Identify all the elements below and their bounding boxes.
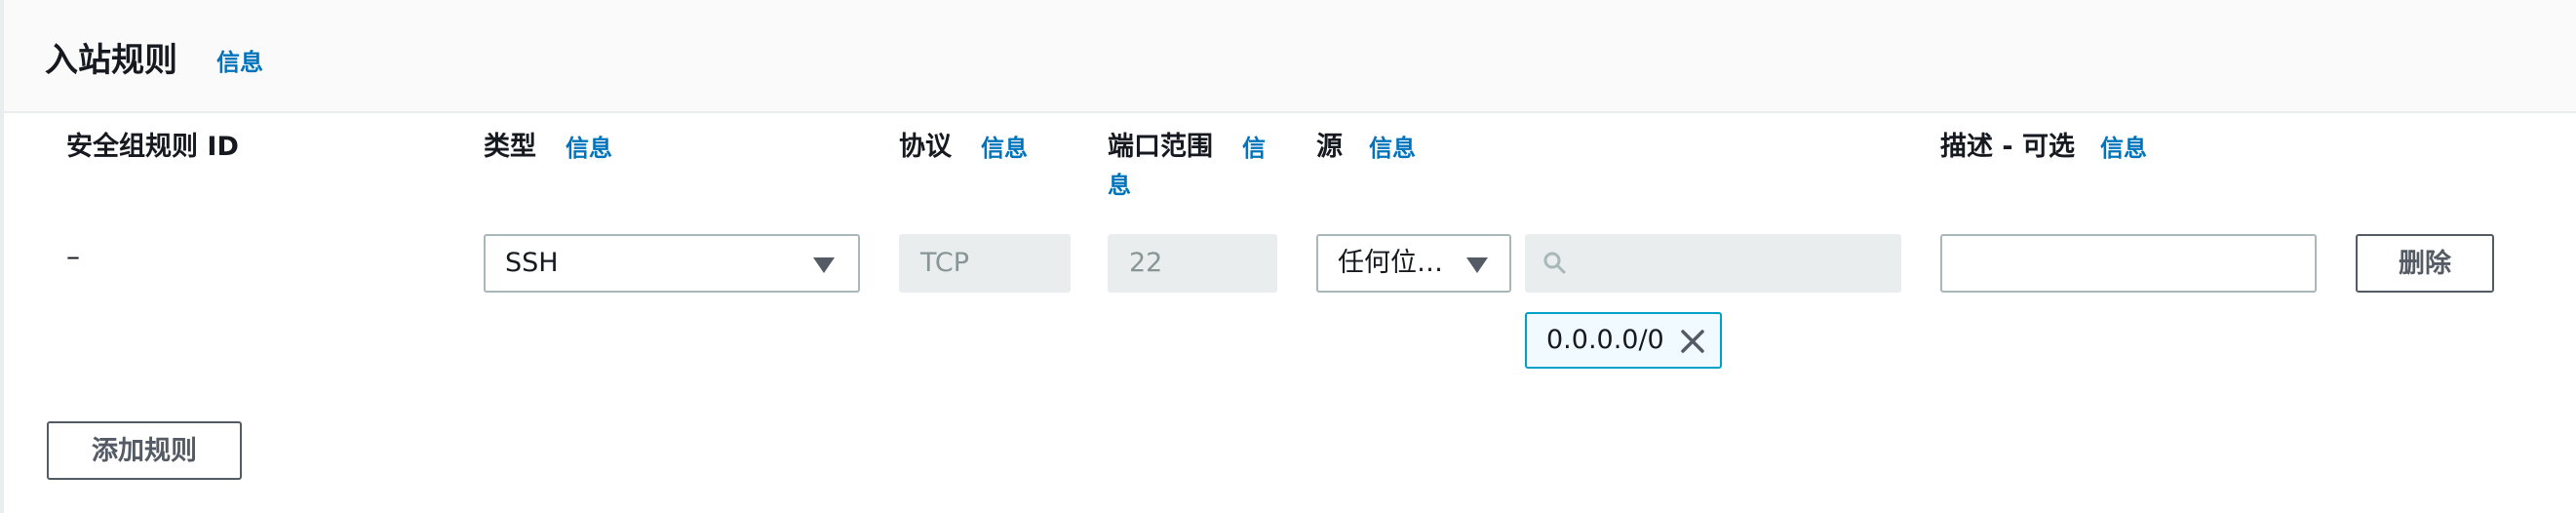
column-rule-id: 安全组规则 ID [66,132,239,162]
section-title: 入站规则 [45,41,177,80]
port-range-value: 22 [1129,248,1163,278]
type-select-value: SSH [505,248,559,278]
source-info-link[interactable]: 信息 [1369,129,1416,163]
description-info-link[interactable]: 信息 [2100,129,2147,163]
caret-down-icon [1466,257,1488,273]
column-port-range: 端口范围 [1108,132,1213,162]
port-range-field: 22 [1108,234,1277,293]
protocol-info-link[interactable]: 信息 [981,129,1028,163]
column-source: 源 [1316,132,1343,162]
inbound-rules-panel: 入站规则 信息 安全组规则 ID 类型 信息 协议 信息 端口范围 信 息 源 … [0,0,2576,513]
source-type-value: 任何位… [1338,248,1443,278]
description-input[interactable] [1940,234,2317,293]
column-description: 描述 - 可选 [1940,132,2076,162]
protocol-value: TCP [920,248,970,278]
rule-id-value: – [66,240,80,272]
panel-header: 入站规则 信息 [4,0,2576,113]
section-info-link[interactable]: 信息 [216,43,263,77]
caret-down-icon [813,257,835,273]
source-token: 0.0.0.0/0 [1525,312,1722,369]
search-icon [1543,252,1566,274]
column-protocol: 协议 [899,132,952,162]
source-search-input[interactable] [1525,234,1901,293]
type-select[interactable]: SSH [484,234,860,293]
add-rule-button[interactable]: 添加规则 [47,421,242,480]
column-type: 类型 [484,132,536,162]
source-token-label: 0.0.0.0/0 [1546,325,1664,355]
source-type-select[interactable]: 任何位… [1316,234,1511,293]
port-range-info-link-wrap[interactable]: 息 [1108,166,1131,200]
port-range-info-link[interactable]: 信 [1242,129,1266,163]
close-icon[interactable] [1679,328,1706,355]
protocol-field: TCP [899,234,1071,293]
type-info-link[interactable]: 信息 [566,129,612,163]
delete-button[interactable]: 删除 [2356,234,2494,293]
